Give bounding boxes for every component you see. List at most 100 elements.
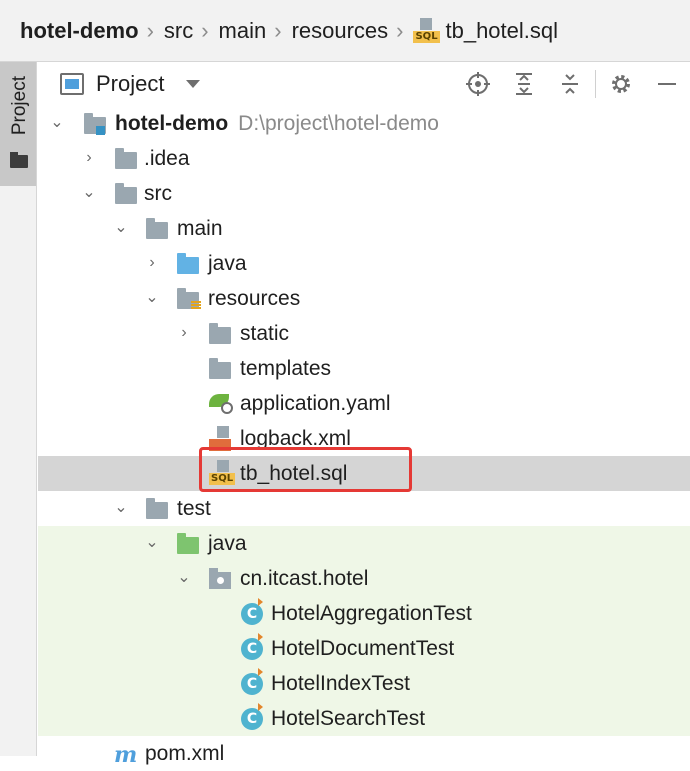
breadcrumb-item-tb-hotel[interactable]: SQL tb_hotel.sql (413, 17, 559, 44)
folder-icon (10, 152, 28, 168)
tool-window-stripe: Project (0, 62, 37, 756)
tree-node-label: pom.xml (145, 741, 225, 765)
run-badge-icon (258, 668, 263, 676)
tree-node-main[interactable]: ⌄ main (38, 211, 690, 246)
tree-node-label: java (208, 251, 247, 275)
run-badge-icon (258, 703, 263, 711)
tree-node-pom-xml[interactable]: m pom.xml (38, 736, 690, 771)
chevron-down-icon[interactable]: ⌄ (114, 500, 128, 516)
tree-node-test[interactable]: ⌄ test (38, 491, 690, 526)
project-toolbar: Project (38, 62, 690, 106)
folder-icon (209, 358, 231, 379)
tree-node-class[interactable]: C HotelSearchTest (38, 701, 690, 736)
chevron-right-icon: › (146, 17, 154, 43)
tree-node-static[interactable]: › static (38, 316, 690, 351)
collapse-all-icon[interactable] (547, 62, 593, 106)
xml-file-icon (217, 426, 229, 438)
folder-icon (209, 323, 231, 344)
chevron-down-icon[interactable]: ⌄ (50, 115, 64, 131)
view-selector[interactable]: Project (60, 71, 201, 97)
chevron-down-icon[interactable]: ⌄ (145, 290, 159, 306)
run-badge-icon (258, 598, 263, 606)
folder-icon (146, 218, 168, 239)
tree-node-label: test (177, 496, 211, 520)
breadcrumb-label: src (163, 17, 194, 43)
gear-icon[interactable] (598, 62, 644, 106)
breadcrumb-label: main (218, 17, 267, 43)
tree-node-label: HotelDocumentTest (271, 636, 455, 660)
breadcrumb-label: resources (291, 17, 389, 43)
project-view-icon (60, 73, 84, 95)
folder-icon (115, 148, 137, 169)
breadcrumb-label: tb_hotel.sql (445, 17, 559, 43)
chevron-down-icon (186, 80, 201, 88)
test-class-icon: C (241, 708, 263, 730)
tree-node-resources[interactable]: ⌄ resources (38, 281, 690, 316)
hide-icon[interactable] (644, 62, 690, 106)
folder-icon (115, 183, 137, 204)
run-badge-icon (258, 633, 263, 641)
chevron-right-icon: › (201, 17, 209, 43)
config-gear-icon (221, 402, 233, 414)
breadcrumb-item-resources[interactable]: resources (292, 18, 389, 44)
package-icon (209, 568, 231, 589)
tree-node-label: application.yaml (240, 391, 391, 415)
expand-all-icon[interactable] (501, 62, 547, 106)
tree-node-main-java[interactable]: › java (38, 246, 690, 281)
tree-node-class[interactable]: C HotelIndexTest (38, 666, 690, 701)
chevron-down-icon[interactable]: ⌄ (114, 220, 128, 236)
breadcrumb: hotel-demo › src › main › resources › SQ… (0, 0, 690, 62)
tree-node-class[interactable]: C HotelAggregationTest (38, 596, 690, 631)
test-class-icon: C (241, 638, 263, 660)
tree-node-templates[interactable]: templates (38, 351, 690, 386)
breadcrumb-item-main[interactable]: main (219, 18, 267, 44)
toolbar-divider (595, 70, 596, 98)
tree-node-idea[interactable]: › .idea (38, 141, 690, 176)
test-class-icon: C (241, 673, 263, 695)
sql-file-icon: SQL (413, 17, 440, 44)
chevron-down-icon[interactable]: ⌄ (177, 570, 191, 586)
tree-node-hotel-demo[interactable]: ⌄ hotel-demo D:\project\hotel-demo (38, 106, 690, 141)
breadcrumb-item-src[interactable]: src (164, 18, 193, 44)
project-tab-label: Project (9, 76, 30, 136)
tree-node-label: HotelSearchTest (271, 706, 426, 730)
view-selector-label: Project (96, 71, 165, 96)
root-path: D:\project\hotel-demo (238, 111, 439, 135)
tree-node-package[interactable]: ⌄ cn.itcast.hotel (38, 561, 690, 596)
chevron-right-icon[interactable]: › (82, 150, 96, 166)
folder-icon (146, 498, 168, 519)
test-source-folder-icon (177, 533, 199, 554)
source-folder-icon (177, 253, 199, 274)
project-tool-window-tab[interactable]: Project (0, 62, 36, 186)
tree-node-label: main (177, 216, 223, 240)
test-class-icon: C (241, 603, 263, 625)
tree-node-label: HotelIndexTest (271, 671, 410, 695)
chevron-right-icon[interactable]: › (145, 255, 159, 271)
chevron-down-icon[interactable]: ⌄ (82, 185, 96, 201)
locate-icon[interactable] (455, 62, 501, 106)
tree-node-label: HotelAggregationTest (271, 601, 472, 625)
tree-node-label: static (240, 321, 290, 345)
tree-node-class[interactable]: C HotelDocumentTest (38, 631, 690, 666)
tree-node-label: templates (240, 356, 332, 380)
tree-node-label: java (208, 531, 247, 555)
breadcrumb-label: hotel-demo (20, 17, 139, 43)
chevron-right-icon: › (396, 17, 404, 43)
tree-node-label: resources (208, 286, 301, 310)
resources-badge-icon (191, 301, 201, 313)
tree-node-src[interactable]: ⌄ src (38, 176, 690, 211)
tree-node-label: cn.itcast.hotel (240, 566, 369, 590)
module-badge-icon (96, 126, 105, 135)
tree-node-label: .idea (144, 146, 190, 170)
tree-node-application-yaml[interactable]: application.yaml (38, 386, 690, 421)
breadcrumb-item-hotel-demo[interactable]: hotel-demo (20, 18, 139, 44)
root-name: hotel-demo (115, 111, 229, 135)
chevron-right-icon[interactable]: › (177, 325, 191, 341)
chevron-down-icon[interactable]: ⌄ (145, 535, 159, 551)
maven-icon: m (114, 742, 138, 768)
chevron-right-icon: › (274, 17, 282, 43)
tree-node-label: src (144, 181, 172, 205)
tree-node-test-java[interactable]: ⌄ java (38, 526, 690, 561)
tree-node-label: hotel-demo D:\project\hotel-demo (115, 112, 439, 136)
highlight-annotation (199, 447, 412, 492)
